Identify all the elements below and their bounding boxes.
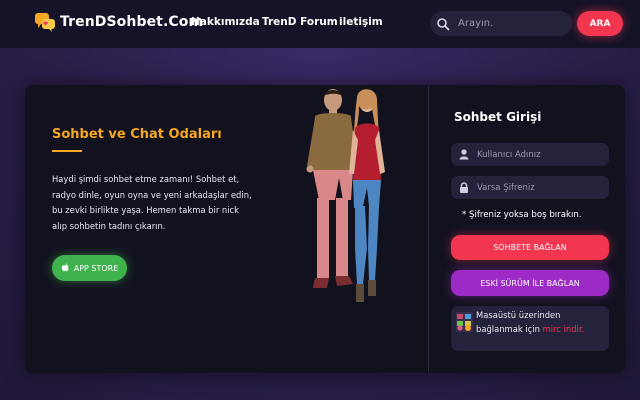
brand-name: TrenDSohbet.Com xyxy=(60,14,204,30)
chat-bubbles-icon xyxy=(34,11,56,33)
hero-line: bu zevki birlikte yaşa. Hemen takma bir … xyxy=(52,205,240,215)
card-divider xyxy=(428,86,429,372)
hero-title: Sohbet ve Chat Odaları xyxy=(52,127,222,142)
mirc-text-line2: bağlanmak için mirc indir. xyxy=(476,324,584,334)
app-store-button[interactable]: APP STORE xyxy=(52,255,127,281)
mirc-text-prefix: bağlanmak için xyxy=(476,324,540,334)
search-box xyxy=(430,11,572,36)
search-icon xyxy=(437,17,450,30)
nav-link-hakkimizda[interactable]: Hakkımızda xyxy=(191,16,260,28)
man-figure xyxy=(306,89,357,288)
password-input[interactable] xyxy=(477,182,607,193)
hero-line: alıp sohbetin tadını çıkarın. xyxy=(52,220,166,231)
username-input[interactable] xyxy=(477,149,607,160)
app-store-label: APP STORE xyxy=(73,263,119,273)
search-button[interactable]: ARA xyxy=(577,11,623,36)
hero-line: radyo dinle, oyun oyna ve yeni arkadaşla… xyxy=(52,189,252,200)
username-field xyxy=(451,143,609,166)
user-icon xyxy=(459,149,469,160)
brand-logo[interactable]: TrenDSohbet.Com xyxy=(34,11,203,33)
nav-link-forum[interactable]: TrenD Forum xyxy=(262,16,338,28)
hero-description: Haydi şimdi sohbet etme zamanı! Sohbet e… xyxy=(52,172,272,234)
connect-button[interactable]: SOHBETE BAĞLAN xyxy=(451,235,609,260)
password-hint: * Şifreniz yoksa boş bırakın. xyxy=(462,210,582,220)
hero-title-underline xyxy=(52,150,82,152)
login-title: Sohbet Girişi xyxy=(454,110,542,124)
mirc-icon xyxy=(456,312,473,332)
woman-figure xyxy=(349,89,385,302)
hero-line: Haydi şimdi sohbet etme zamanı! Sohbet e… xyxy=(52,174,240,184)
old-version-connect-button[interactable]: ESKİ SÜRÜM İLE BAĞLAN xyxy=(451,270,609,296)
search-input[interactable] xyxy=(458,18,558,29)
lock-icon xyxy=(460,182,468,193)
navbar: TrenDSohbet.Com Hakkımızda TrenD Forum i… xyxy=(0,0,640,48)
couple-photo xyxy=(306,89,385,302)
apple-icon xyxy=(61,263,69,272)
mirc-download-link[interactable]: mirc indir. xyxy=(543,324,585,334)
nav-link-iletisim[interactable]: iletişim xyxy=(339,16,383,28)
password-field xyxy=(451,176,609,199)
mirc-text-line1: Masaüstü üzerinden xyxy=(476,310,561,320)
